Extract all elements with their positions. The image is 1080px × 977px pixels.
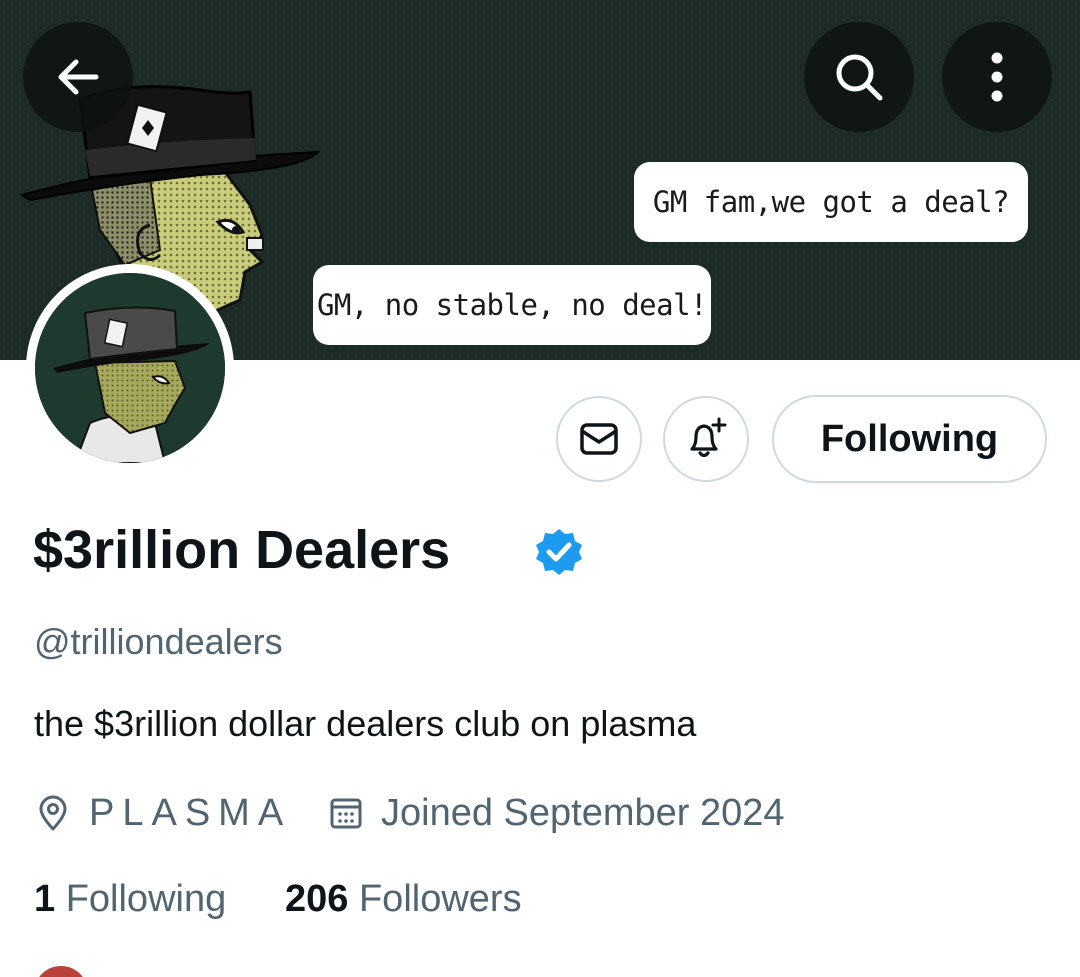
- speech-bubble-bottom: GM, no stable, no deal!: [313, 265, 711, 345]
- joined-date: Joined September 2024: [381, 792, 785, 834]
- followers-label: Followers: [358, 878, 522, 920]
- followed-by-avatar: [34, 966, 88, 977]
- display-name: $3rillion Dealers: [33, 520, 451, 580]
- following-button-label: Following: [820, 417, 999, 460]
- handle: @trilliondealers: [34, 621, 283, 662]
- followers-count: 206: [285, 878, 349, 920]
- message-button[interactable]: [556, 396, 642, 482]
- following-count: 1: [34, 878, 56, 920]
- more-vertical-icon: [991, 52, 1003, 102]
- avatar[interactable]: [26, 264, 234, 472]
- following-count-link[interactable]: 1 Following: [34, 876, 226, 922]
- followers-count-link[interactable]: 206 Followers: [285, 876, 522, 922]
- speech-bubble-top: GM fam,we got a deal?: [634, 162, 1028, 242]
- calendar-icon: [330, 798, 362, 829]
- avatar-image: [35, 273, 225, 463]
- bell-plus-icon: [690, 417, 727, 458]
- back-button[interactable]: [23, 22, 133, 132]
- search-button[interactable]: [804, 22, 914, 132]
- search-icon: [836, 54, 883, 101]
- following-label: Following: [65, 878, 227, 920]
- bio: the $3rillion dollar dealers club on pla…: [34, 703, 697, 744]
- verified-badge-icon: [536, 529, 582, 575]
- speech-bubble-bottom-text: GM, no stable, no deal!: [316, 288, 708, 322]
- more-options-button[interactable]: [942, 22, 1052, 132]
- mail-icon: [580, 423, 618, 455]
- speech-bubble-top-text: GM fam,we got a deal?: [652, 185, 1010, 219]
- location: PLASMA: [89, 792, 292, 834]
- location-icon: [39, 795, 67, 831]
- following-button[interactable]: Following: [772, 395, 1047, 483]
- arrow-left-icon: [58, 59, 99, 95]
- notifications-button[interactable]: [663, 396, 749, 482]
